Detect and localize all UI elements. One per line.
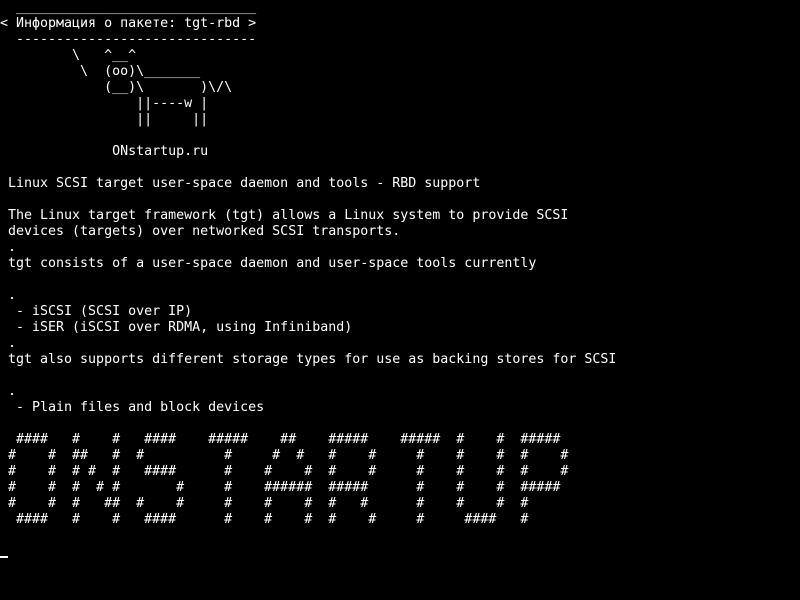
banner-art-line: # # # # # # # ###### ##### # # # ##### [8,480,561,495]
bubble-top-border: ______________________________ [8,0,257,15]
banner-art-line: # # # ## # # # # # # # # # # # [8,496,529,511]
cow-art-line: \ ^__^ [8,48,137,63]
cow-art-line: \ (oo)\_______ [8,64,201,79]
cow-art-line: (__)\ )\/\ [8,80,233,95]
description-line: - Plain files and block devices [8,400,265,415]
banner-art-line: #### # # #### # # # # # # #### # [8,512,529,527]
description-line: The Linux target framework (tgt) allows … [8,208,569,223]
description-line: . [8,288,17,303]
description-line: - iSCSI (SCSI over IP) [8,304,193,319]
cow-art-line: || || [8,112,209,127]
description-line: devices (targets) over networked SCSI tr… [8,224,401,239]
text-cursor [0,556,8,558]
description-line: . [8,384,17,399]
banner-art-line: # # # # # #### # # # # # # # # # # [8,464,569,479]
description-line: Linux SCSI target user-space daemon and … [8,176,481,191]
description-line: - iSER (iSCSI over RDMA, using Infiniban… [8,320,353,335]
banner-art-line: #### # # #### ##### ## ##### ##### # # #… [8,432,561,447]
banner-art-line: # # ## # # # # # # # # # # # # [8,448,569,463]
description-line: tgt consists of a user-space daemon and … [8,256,537,271]
cow-art-line: ||----w | [8,96,209,111]
description-line: . [8,240,17,255]
site-name: ONstartup.ru [8,144,209,159]
terminal-screen[interactable]: ______________________________ < Информа… [0,0,800,600]
description-line: . [8,336,17,351]
description-line: tgt also supports different storage type… [8,352,617,367]
bubble-bottom-border: ------------------------------ [8,32,257,47]
package-info-title: < Информация о пакете: tgt-rbd > [0,16,257,31]
